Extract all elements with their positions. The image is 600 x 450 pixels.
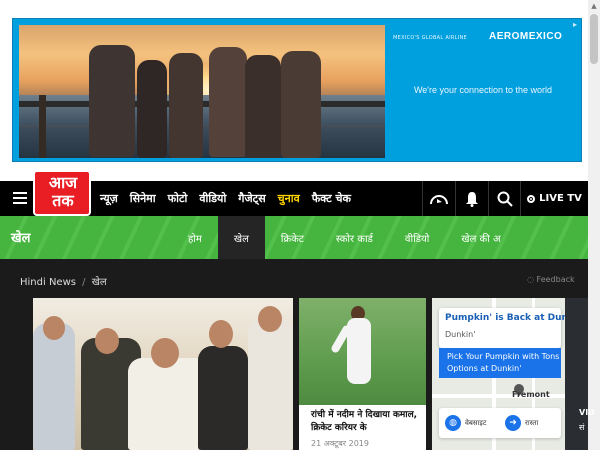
bell-icon [466, 191, 478, 207]
scroll-thumb[interactable] [590, 14, 598, 64]
story-title[interactable]: रांची में नदीम ने दिखाया कमाल, क्रिकेट क… [311, 409, 421, 435]
story-card[interactable]: रांची में नदीम ने दिखाया कमाल, क्रिकेट क… [299, 298, 426, 450]
website-label: वेबसाइट [465, 418, 487, 427]
peek-subtitle: सं [579, 423, 585, 432]
map-location-label: Fremont [512, 390, 550, 399]
lead-story-image[interactable] [33, 298, 293, 450]
feedback-label: Feedback [536, 275, 575, 284]
tab-more-sports[interactable]: खेल की अ [445, 216, 516, 259]
ad-actions: ◍ वेबसाइट ➜ रास्ता [439, 408, 561, 438]
search-icon [497, 191, 513, 207]
ad-card[interactable]: Pumpkin' is Back at Dunkin Dunkin' [439, 308, 565, 348]
ad-info-icon[interactable]: ▸ [570, 20, 580, 30]
globe-icon: ◍ [445, 415, 461, 431]
ad-card-brand: Dunkin' [445, 330, 476, 339]
notification-button[interactable] [455, 181, 488, 216]
breadcrumb: Hindi News / खेल [20, 274, 107, 288]
story-date: 21 अक्टूबर 2019 [311, 439, 369, 448]
feedback-icon: ◌ [527, 275, 534, 284]
nav-item-video[interactable]: वीडियो [199, 191, 226, 206]
tab-home[interactable]: होम [172, 216, 218, 259]
section-title[interactable]: खेल [11, 228, 30, 246]
ad-banner[interactable]: MEXICO'S GLOBAL AIRLINE AEROMEXICO We're… [12, 18, 582, 162]
tab-cricket[interactable]: क्रिकेट [265, 216, 320, 259]
directions-label: रास्ता [525, 418, 539, 427]
live-tv-label: LIVE TV [539, 193, 582, 204]
nav-item-fact-check[interactable]: फैक्ट चेक [312, 191, 351, 206]
breadcrumb-current: खेल [91, 277, 107, 288]
live-dot-icon [527, 194, 536, 203]
scrollbar[interactable]: ▲ [588, 0, 600, 450]
ad-brand: AEROMEXICO [489, 31, 563, 42]
ad-photo [19, 25, 385, 158]
tab-scorecard[interactable]: स्कोर कार्ड [320, 216, 389, 259]
speedometer-icon [430, 194, 448, 204]
aajtak-logo[interactable]: आज तक [33, 170, 91, 216]
directions-icon: ➜ [505, 415, 521, 431]
ad-tagline: MEXICO'S GLOBAL AIRLINE [393, 35, 468, 41]
nav-item-elections[interactable]: चुनाव [278, 191, 300, 206]
feedback-link[interactable]: ◌ Feedback [527, 275, 575, 284]
story-image [299, 298, 426, 405]
ad-offer-box[interactable]: Pick Your Pumpkin with Tons Options at D… [439, 348, 561, 378]
ad-card-title[interactable]: Pumpkin' is Back at Dunkin [445, 313, 565, 323]
podcast-button[interactable] [422, 181, 455, 216]
search-button[interactable] [488, 181, 521, 216]
nav-item-photo[interactable]: फोटो [168, 191, 188, 206]
breadcrumb-separator: / [82, 277, 86, 288]
breadcrumb-home[interactable]: Hindi News [20, 277, 76, 288]
hamburger-menu-icon[interactable] [13, 192, 27, 204]
scroll-up-arrow-icon[interactable]: ▲ [590, 2, 598, 10]
nav-item-news[interactable]: न्यूज़ [100, 191, 118, 206]
nav-item-cinema[interactable]: सिनेमा [130, 191, 156, 206]
peek-label: VID [579, 408, 595, 417]
live-tv-button[interactable]: LIVE TV [520, 181, 588, 216]
ad-slogan: We're your connection to the world [413, 85, 553, 95]
ad-offer-text: Pick Your Pumpkin with Tons Options at D… [447, 352, 560, 373]
main-nav: न्यूज़ सिनेमा फोटो वीडियो गैजेट्स चुनाव … [100, 181, 363, 216]
sports-section-bar: खेल होम खेल क्रिकेट स्कोर कार्ड वीडियो ख… [0, 216, 588, 259]
nav-item-gadgets[interactable]: गैजेट्स [238, 191, 265, 206]
website-action[interactable]: ◍ वेबसाइट [445, 415, 486, 431]
tab-video[interactable]: वीडियो [389, 216, 445, 259]
next-story-peek[interactable]: VID सं [565, 298, 595, 450]
map-ad[interactable]: Pumpkin' is Back at Dunkin Dunkin' Pick … [432, 298, 565, 450]
breadcrumb-bar: Hindi News / खेल ◌ Feedback [0, 259, 588, 299]
directions-action[interactable]: ➜ रास्ता [505, 415, 538, 431]
logo-text: आज तक [48, 173, 78, 210]
tab-sports[interactable]: खेल [217, 216, 265, 259]
sports-sub-nav: होम खेल क्रिकेट स्कोर कार्ड वीडियो खेल क… [172, 216, 517, 259]
